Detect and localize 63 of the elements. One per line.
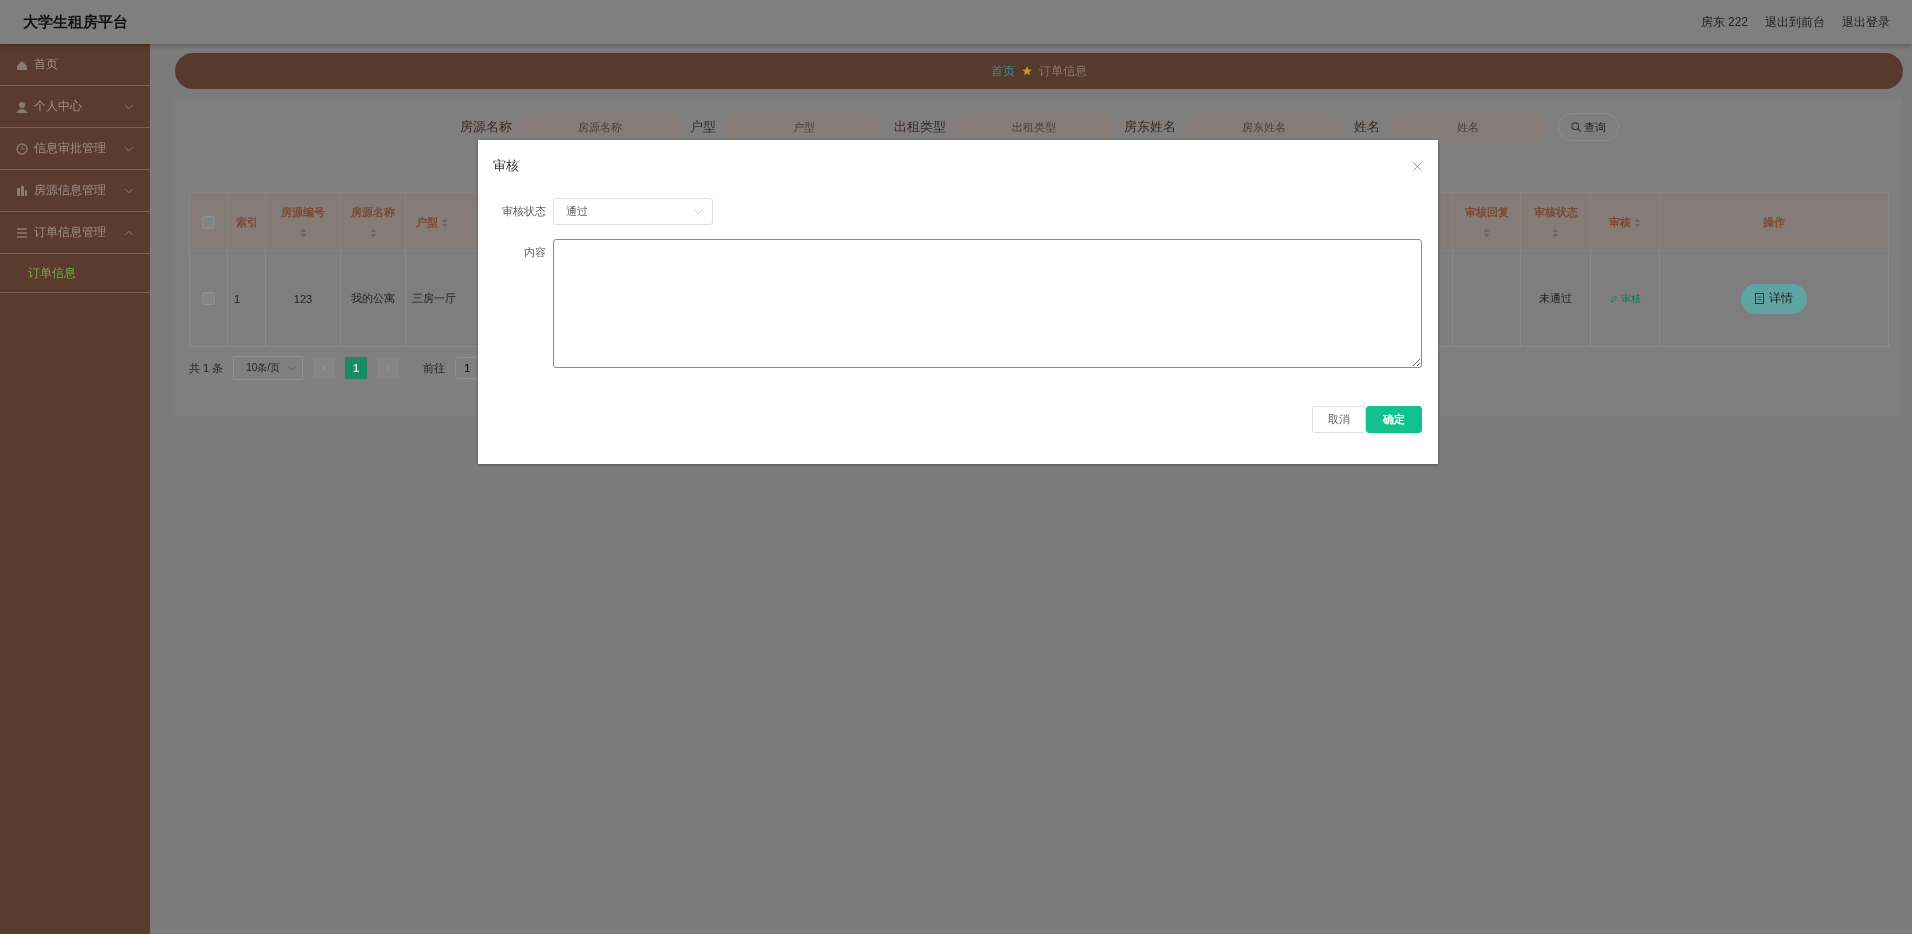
person-icon [16,100,28,113]
page-size-select[interactable]: 10条/页 [233,356,304,380]
table-cell: 未通过 [1539,292,1572,304]
column-header: 操作 [1763,215,1785,228]
details-button[interactable]: 详情 [1741,283,1807,314]
search-label: 户型 [689,118,716,136]
content-textarea[interactable] [552,239,1422,368]
sidebar-subitem[interactable]: 订单信息 [28,264,76,282]
cancel-button[interactable]: 取消 [1312,406,1366,433]
search-label: 房源名称 [459,118,512,136]
search-label: 房东姓名 [1123,118,1176,136]
star-icon [1021,65,1033,77]
user-name: 房东 222 [1700,13,1748,31]
column-header: 房源名称 [351,205,395,218]
chevron-icon [124,229,134,236]
chevron-icon [288,365,297,371]
search-field[interactable]: 房东姓名 [1183,113,1344,141]
table-cell: 123 [293,292,313,305]
form-label: 审核状态 [501,204,547,219]
column-header: 索引 [235,215,258,228]
next-page-button[interactable] [377,357,400,379]
sidebar-item[interactable]: 信息审批管理 [0,128,150,170]
search-field[interactable]: 姓名 [1387,113,1548,141]
column-header: 房源编号 [281,205,325,218]
status-select[interactable]: 通过 [553,198,713,225]
list-icon [16,226,28,239]
search-label: 姓名 [1353,118,1380,136]
column-header: 审核状态 [1533,205,1578,218]
chevron-icon [124,103,134,110]
pencil-icon [1609,294,1618,303]
column-header: 审核回复 [1464,205,1509,218]
column-header: 审核 [1608,215,1631,228]
dialog-title: 审核 [493,157,519,175]
table-cell: 1 [234,292,241,305]
chevron-icon [124,187,134,194]
sidebar-item[interactable]: 个人中心 [0,86,150,128]
header-link[interactable]: 退出到前台 [1765,13,1825,31]
checkbox[interactable] [202,216,215,230]
table-cell: 我的公寓 [351,292,395,304]
total-count: 共 1 条 [189,360,224,376]
confirm-button[interactable]: 确定 [1366,406,1422,433]
home-icon [16,58,28,71]
chevron-icon [124,145,134,152]
close-icon[interactable] [1413,161,1422,171]
bar-chart-icon [16,184,28,197]
app-title: 大学生租房平台 [23,12,128,32]
page-number[interactable]: 1 [345,357,368,379]
search-icon [1570,122,1581,132]
previous-page-button[interactable] [313,357,336,379]
goto-label: 前往 [423,360,446,376]
header-link[interactable]: 退出登录 [1842,13,1890,31]
chevron-icon [694,209,703,214]
search-label: 出租类型 [893,118,946,136]
sidebar-item[interactable]: 房源信息管理 [0,170,150,212]
column-header: 户型 [416,215,438,228]
sidebar-item[interactable]: 订单信息管理 [0,212,150,254]
breadcrumb-item[interactable]: 首页 [991,62,1015,80]
breadcrumb-item: 订单信息 [1039,62,1087,80]
search-button[interactable]: 查询 [1557,113,1619,141]
clock-icon [16,142,28,155]
form-label: 内容 [522,245,547,260]
document-icon [1755,293,1764,304]
sidebar-item[interactable]: 首页 [0,44,150,86]
